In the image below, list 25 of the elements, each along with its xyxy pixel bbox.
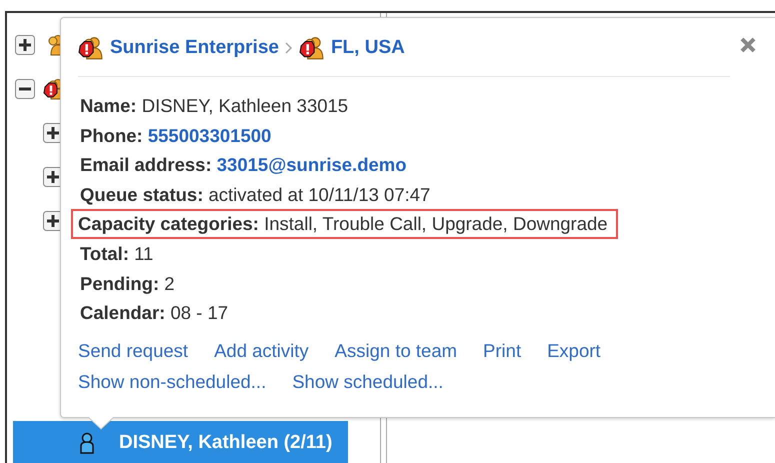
detail-line: Total: 11 <box>79 242 154 266</box>
breadcrumb-link[interactable]: FL, USA <box>330 37 405 59</box>
chevron-icon <box>284 42 293 54</box>
collapse-icon[interactable] <box>15 79 35 99</box>
detail-line: Queue status: activated at 10/11/13 07:47 <box>79 182 432 207</box>
breadcrumb-link[interactable]: Sunrise Enterprise <box>110 37 279 59</box>
close-button[interactable] <box>739 36 757 54</box>
action-link[interactable]: Show scheduled... <box>292 370 444 393</box>
tree-item[interactable]: DISNEY, Kathleen (2/11) <box>13 421 348 463</box>
expand-icon[interactable] <box>43 211 63 231</box>
detail-line: Calendar: 08 - 17 <box>79 301 230 326</box>
action-link[interactable]: Print <box>483 340 522 362</box>
action-link[interactable]: Show non-scheduled... <box>78 370 266 393</box>
expand-icon[interactable] <box>15 35 35 55</box>
action-link[interactable]: Add activity <box>214 340 309 362</box>
detail-line: Email address: 33015@sunrise.demo <box>79 153 408 178</box>
person-icon <box>79 432 95 454</box>
expand-icon[interactable] <box>43 167 63 187</box>
detail-line: Name: DISNEY, Kathleen 33015 <box>79 94 350 118</box>
expand-icon[interactable] <box>43 123 63 143</box>
action-link[interactable]: Export <box>547 340 601 362</box>
detail-line: Pending: 2 <box>79 272 176 296</box>
action-link[interactable]: Assign to team <box>334 340 458 362</box>
action-link[interactable]: Send request <box>78 340 188 362</box>
detail-line: Phone: 555003301500 <box>79 124 272 148</box>
